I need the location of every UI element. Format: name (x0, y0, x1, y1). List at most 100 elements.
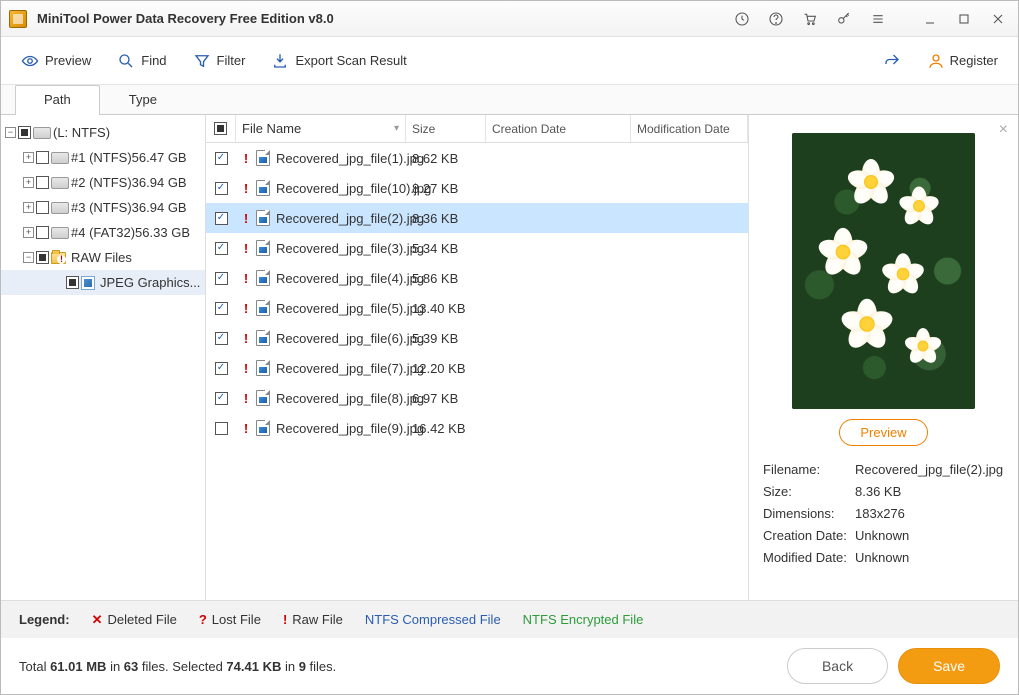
file-icon (256, 210, 270, 226)
drive-icon (51, 227, 69, 239)
legend-encrypted: NTFS Encrypted File (523, 612, 644, 627)
checkbox[interactable] (36, 226, 49, 239)
history-icon[interactable] (730, 7, 754, 31)
preview-thumbnail (792, 133, 975, 409)
file-name: Recovered_jpg_file(4).jpg (276, 271, 424, 286)
row-checkbox[interactable] (215, 272, 228, 285)
app-icon (9, 10, 27, 28)
row-checkbox[interactable] (215, 422, 228, 435)
file-size: 16.42 KB (406, 421, 486, 436)
file-icon (256, 150, 270, 166)
drive-icon (33, 127, 51, 139)
cart-icon[interactable] (798, 7, 822, 31)
save-button[interactable]: Save (898, 648, 1000, 684)
file-row[interactable]: !Recovered_jpg_file(8).jpg6.97 KB (206, 383, 748, 413)
key-icon[interactable] (832, 7, 856, 31)
close-preview-icon[interactable]: × (999, 121, 1008, 139)
menu-icon[interactable] (866, 7, 890, 31)
file-name: Recovered_jpg_file(3).jpg (276, 241, 424, 256)
legend: Legend: ✕Deleted File ?Lost File !Raw Fi… (1, 600, 1018, 638)
raw-flag-icon: ! (242, 421, 250, 436)
file-icon (256, 330, 270, 346)
file-row[interactable]: !Recovered_jpg_file(2).jpg8.36 KB (206, 203, 748, 233)
maximize-button[interactable] (952, 7, 976, 31)
tab-path[interactable]: Path (15, 85, 100, 115)
checkbox[interactable] (36, 201, 49, 214)
file-row[interactable]: !Recovered_jpg_file(9).jpg16.42 KB (206, 413, 748, 443)
row-checkbox[interactable] (215, 212, 228, 225)
footer: Total 61.01 MB in 63 files. Selected 74.… (1, 638, 1018, 694)
minimize-button[interactable] (918, 7, 942, 31)
file-row[interactable]: ! Recovered_jpg_file(5).jpg13.40 KB (206, 293, 748, 323)
checkbox[interactable] (36, 151, 49, 164)
file-name: Recovered_jpg_file(5).jpg (276, 301, 424, 316)
file-icon (256, 300, 270, 316)
legend-lost: ?Lost File (199, 612, 261, 627)
select-all-checkbox[interactable] (214, 122, 227, 135)
tree-partition[interactable]: +#3 (NTFS)36.94 GB (1, 195, 205, 220)
toolbar: Preview Find Filter Export Scan Result R… (1, 37, 1018, 85)
tree-partition[interactable]: +#2 (NTFS)36.94 GB (1, 170, 205, 195)
folder-raw-icon (51, 252, 66, 264)
tree-partition[interactable]: +#1 (NTFS)56.47 GB (1, 145, 205, 170)
file-row[interactable]: !Recovered_jpg_file(10).jpg8.27 KB (206, 173, 748, 203)
row-checkbox[interactable] (215, 392, 228, 405)
row-checkbox[interactable] (215, 242, 228, 255)
jpeg-icon (81, 276, 95, 290)
find-button[interactable]: Find (117, 52, 166, 70)
col-creation-date[interactable]: Creation Date (486, 115, 631, 142)
checkbox[interactable] (18, 126, 31, 139)
file-icon (256, 270, 270, 286)
status-text: Total 61.01 MB in 63 files. Selected 74.… (19, 659, 777, 674)
row-checkbox[interactable] (215, 362, 228, 375)
legend-raw: !Raw File (283, 612, 343, 627)
tree-jpeg-graphics[interactable]: JPEG Graphics... (1, 270, 205, 295)
raw-flag-icon: ! (242, 301, 250, 316)
close-button[interactable] (986, 7, 1010, 31)
file-row[interactable]: !Recovered_jpg_file(6).jpg5.39 KB (206, 323, 748, 353)
raw-flag-icon: ! (242, 241, 250, 256)
share-button[interactable] (883, 52, 901, 70)
tree-root[interactable]: −(L: NTFS) (1, 120, 205, 145)
sort-arrow-icon: ▾ (394, 123, 399, 134)
preview-open-button[interactable]: Preview (839, 419, 927, 446)
tab-type[interactable]: Type (100, 85, 186, 115)
list-header: File Name ▾ Size Creation Date Modificati… (206, 115, 748, 143)
col-filename[interactable]: File Name (242, 121, 301, 136)
row-checkbox[interactable] (215, 182, 228, 195)
filter-button[interactable]: Filter (193, 52, 246, 70)
export-button[interactable]: Export Scan Result (271, 52, 406, 70)
row-checkbox[interactable] (215, 152, 228, 165)
preview-button[interactable]: Preview (21, 52, 91, 70)
file-row[interactable]: !Recovered_jpg_file(7).jpg12.20 KB (206, 353, 748, 383)
drive-icon (51, 202, 69, 214)
raw-flag-icon: ! (242, 211, 250, 226)
tree-raw-files[interactable]: −RAW Files (1, 245, 205, 270)
checkbox[interactable] (36, 176, 49, 189)
row-checkbox[interactable] (215, 302, 228, 315)
row-checkbox[interactable] (215, 332, 228, 345)
file-size: 8.27 KB (406, 181, 486, 196)
checkbox[interactable] (36, 251, 49, 264)
file-row[interactable]: !Recovered_jpg_file(3).jpg5.34 KB (206, 233, 748, 263)
file-size: 8.36 KB (406, 211, 486, 226)
col-modification-date[interactable]: Modification Date (631, 115, 748, 142)
file-icon (256, 360, 270, 376)
file-name: Recovered_jpg_file(8).jpg (276, 391, 424, 406)
file-row[interactable]: !Recovered_jpg_file(1).jpg8.62 KB (206, 143, 748, 173)
checkbox[interactable] (66, 276, 79, 289)
file-size: 5.39 KB (406, 331, 486, 346)
file-size: 6.97 KB (406, 391, 486, 406)
back-button[interactable]: Back (787, 648, 888, 684)
file-row[interactable]: !Recovered_jpg_file(4).jpg5.86 KB (206, 263, 748, 293)
file-name: Recovered_jpg_file(7).jpg (276, 361, 424, 376)
file-size: 12.20 KB (406, 361, 486, 376)
register-button[interactable]: Register (927, 52, 998, 70)
tree-partition[interactable]: +#4 (FAT32)56.33 GB (1, 220, 205, 245)
drive-icon (51, 177, 69, 189)
preview-panel: × Preview Filename:Recovered_jpg_file(2)… (748, 115, 1018, 600)
file-size: 13.40 KB (406, 301, 486, 316)
help-icon[interactable] (764, 7, 788, 31)
legend-compressed: NTFS Compressed File (365, 612, 501, 627)
col-size[interactable]: Size (406, 115, 486, 142)
